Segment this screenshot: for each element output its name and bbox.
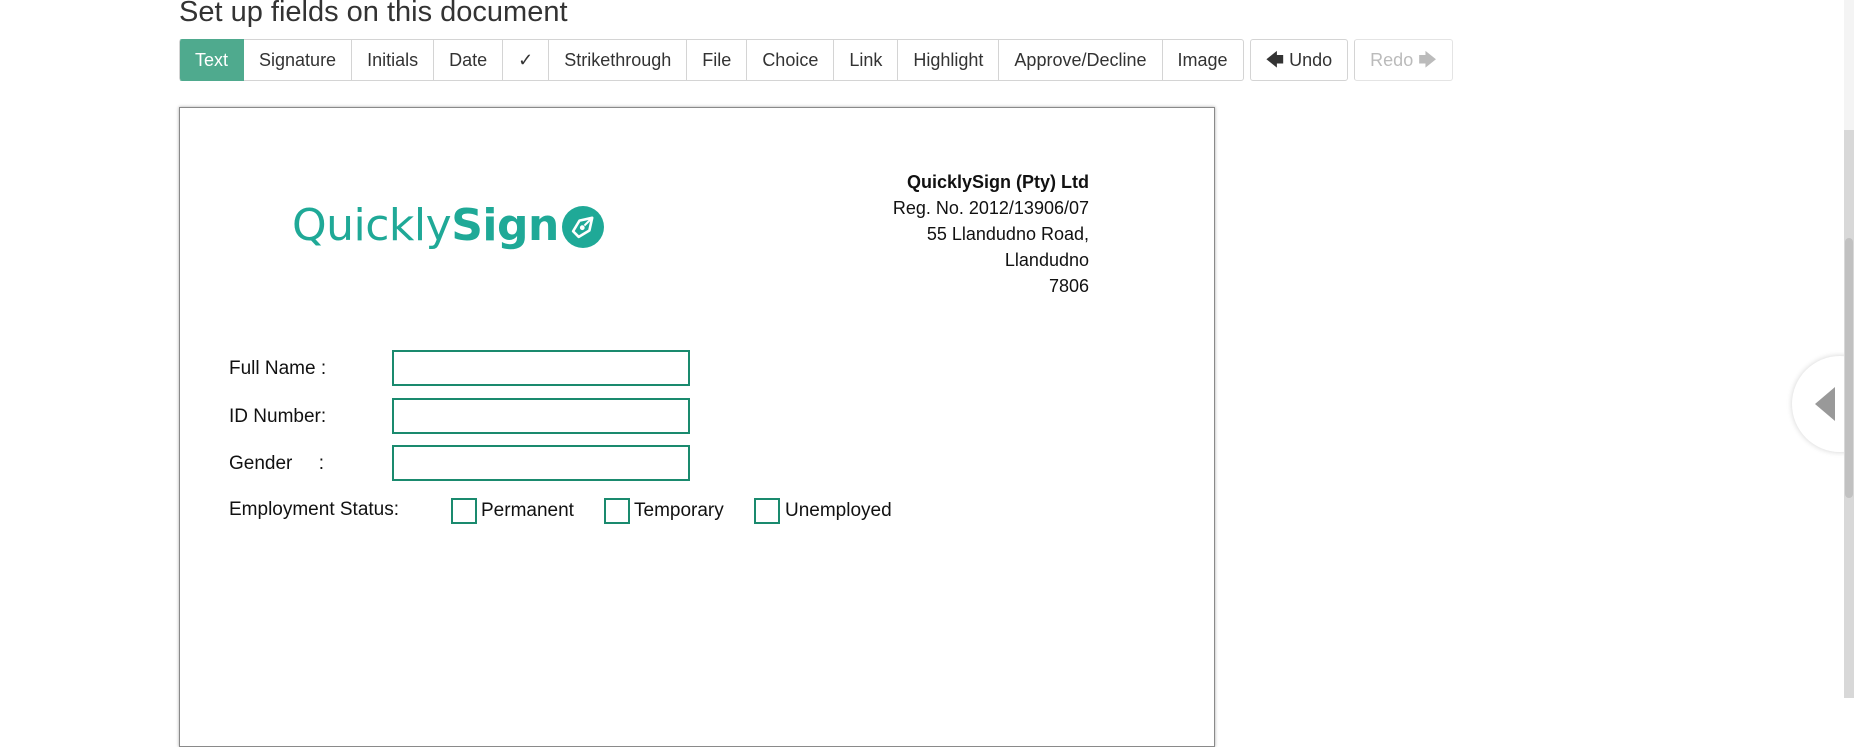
- link-field-button[interactable]: Link: [834, 39, 899, 81]
- caret-left-icon: [1815, 387, 1835, 421]
- text-field-button[interactable]: Text: [179, 39, 245, 81]
- approve-decline-field-button[interactable]: Approve/Decline: [999, 39, 1163, 81]
- redo-button[interactable]: Redo 🡆: [1354, 39, 1453, 81]
- gender-label: Gender :: [229, 453, 325, 474]
- logo-text-bold: Sign: [451, 200, 559, 251]
- arrow-right-icon: 🡆: [1418, 50, 1437, 70]
- unemployed-label: Unemployed: [785, 500, 892, 521]
- id-number-field[interactable]: [392, 398, 690, 434]
- company-address-line2: Llandudno: [1004, 250, 1089, 270]
- temporary-checkbox[interactable]: [604, 498, 630, 524]
- document-page[interactable]: Quickly Sign QuicklySign (Pty) Ltd Reg. N…: [179, 107, 1215, 747]
- history-group: 🡄 Undo: [1249, 39, 1349, 81]
- checkmark-field-button[interactable]: ✓: [503, 39, 550, 81]
- permanent-label: Permanent: [481, 500, 574, 521]
- undo-button[interactable]: 🡄 Undo: [1249, 39, 1349, 81]
- company-name: QuicklySign (Pty) Ltd: [906, 172, 1089, 192]
- date-field-button[interactable]: Date: [434, 39, 504, 81]
- id-number-row: ID Number:: [229, 398, 690, 436]
- company-address-block: QuicklySign (Pty) Ltd Reg. No. 2012/1390…: [893, 169, 1089, 299]
- file-field-button[interactable]: File: [687, 39, 748, 81]
- scrollbar-thumb[interactable]: [1845, 238, 1853, 498]
- permanent-checkbox[interactable]: [451, 498, 477, 524]
- initials-field-button[interactable]: Initials: [352, 39, 435, 81]
- gender-row: Gender :: [229, 445, 690, 483]
- undo-label: Undo: [1289, 49, 1333, 70]
- field-type-group: Text Signature Initials Date ✓ Strikethr…: [179, 39, 1244, 81]
- strikethrough-field-button[interactable]: Strikethrough: [549, 39, 688, 81]
- employment-status-label: Employment Status:: [229, 499, 400, 520]
- company-reg-no: Reg. No. 2012/13906/07: [892, 198, 1089, 218]
- full-name-row: Full Name :: [229, 350, 690, 388]
- company-logo: Quickly Sign: [292, 196, 605, 256]
- highlight-field-button[interactable]: Highlight: [898, 39, 1000, 81]
- temporary-label: Temporary: [634, 500, 724, 521]
- employment-status-row: Employment Status: Permanent Temporary U…: [229, 495, 892, 525]
- signature-field-button[interactable]: Signature: [244, 39, 353, 81]
- choice-field-button[interactable]: Choice: [747, 39, 835, 81]
- image-field-button[interactable]: Image: [1162, 39, 1244, 81]
- logo-text-light: Quickly: [292, 200, 452, 251]
- full-name-label: Full Name :: [229, 358, 327, 379]
- page-title: Set up fields on this document: [179, 0, 568, 28]
- field-toolbar: Text Signature Initials Date ✓ Strikethr…: [179, 39, 1453, 81]
- redo-label: Redo: [1370, 49, 1414, 70]
- arrow-left-icon: 🡄: [1265, 50, 1285, 70]
- id-number-label: ID Number:: [229, 406, 327, 427]
- full-name-field[interactable]: [392, 350, 690, 386]
- redo-group: Redo 🡆: [1354, 39, 1453, 81]
- gender-field[interactable]: [392, 445, 690, 481]
- company-postal-code: 7806: [1048, 276, 1089, 296]
- unemployed-checkbox[interactable]: [754, 498, 780, 524]
- pen-nib-icon: [561, 206, 604, 248]
- company-address-line1: 55 Llandudno Road,: [926, 224, 1089, 244]
